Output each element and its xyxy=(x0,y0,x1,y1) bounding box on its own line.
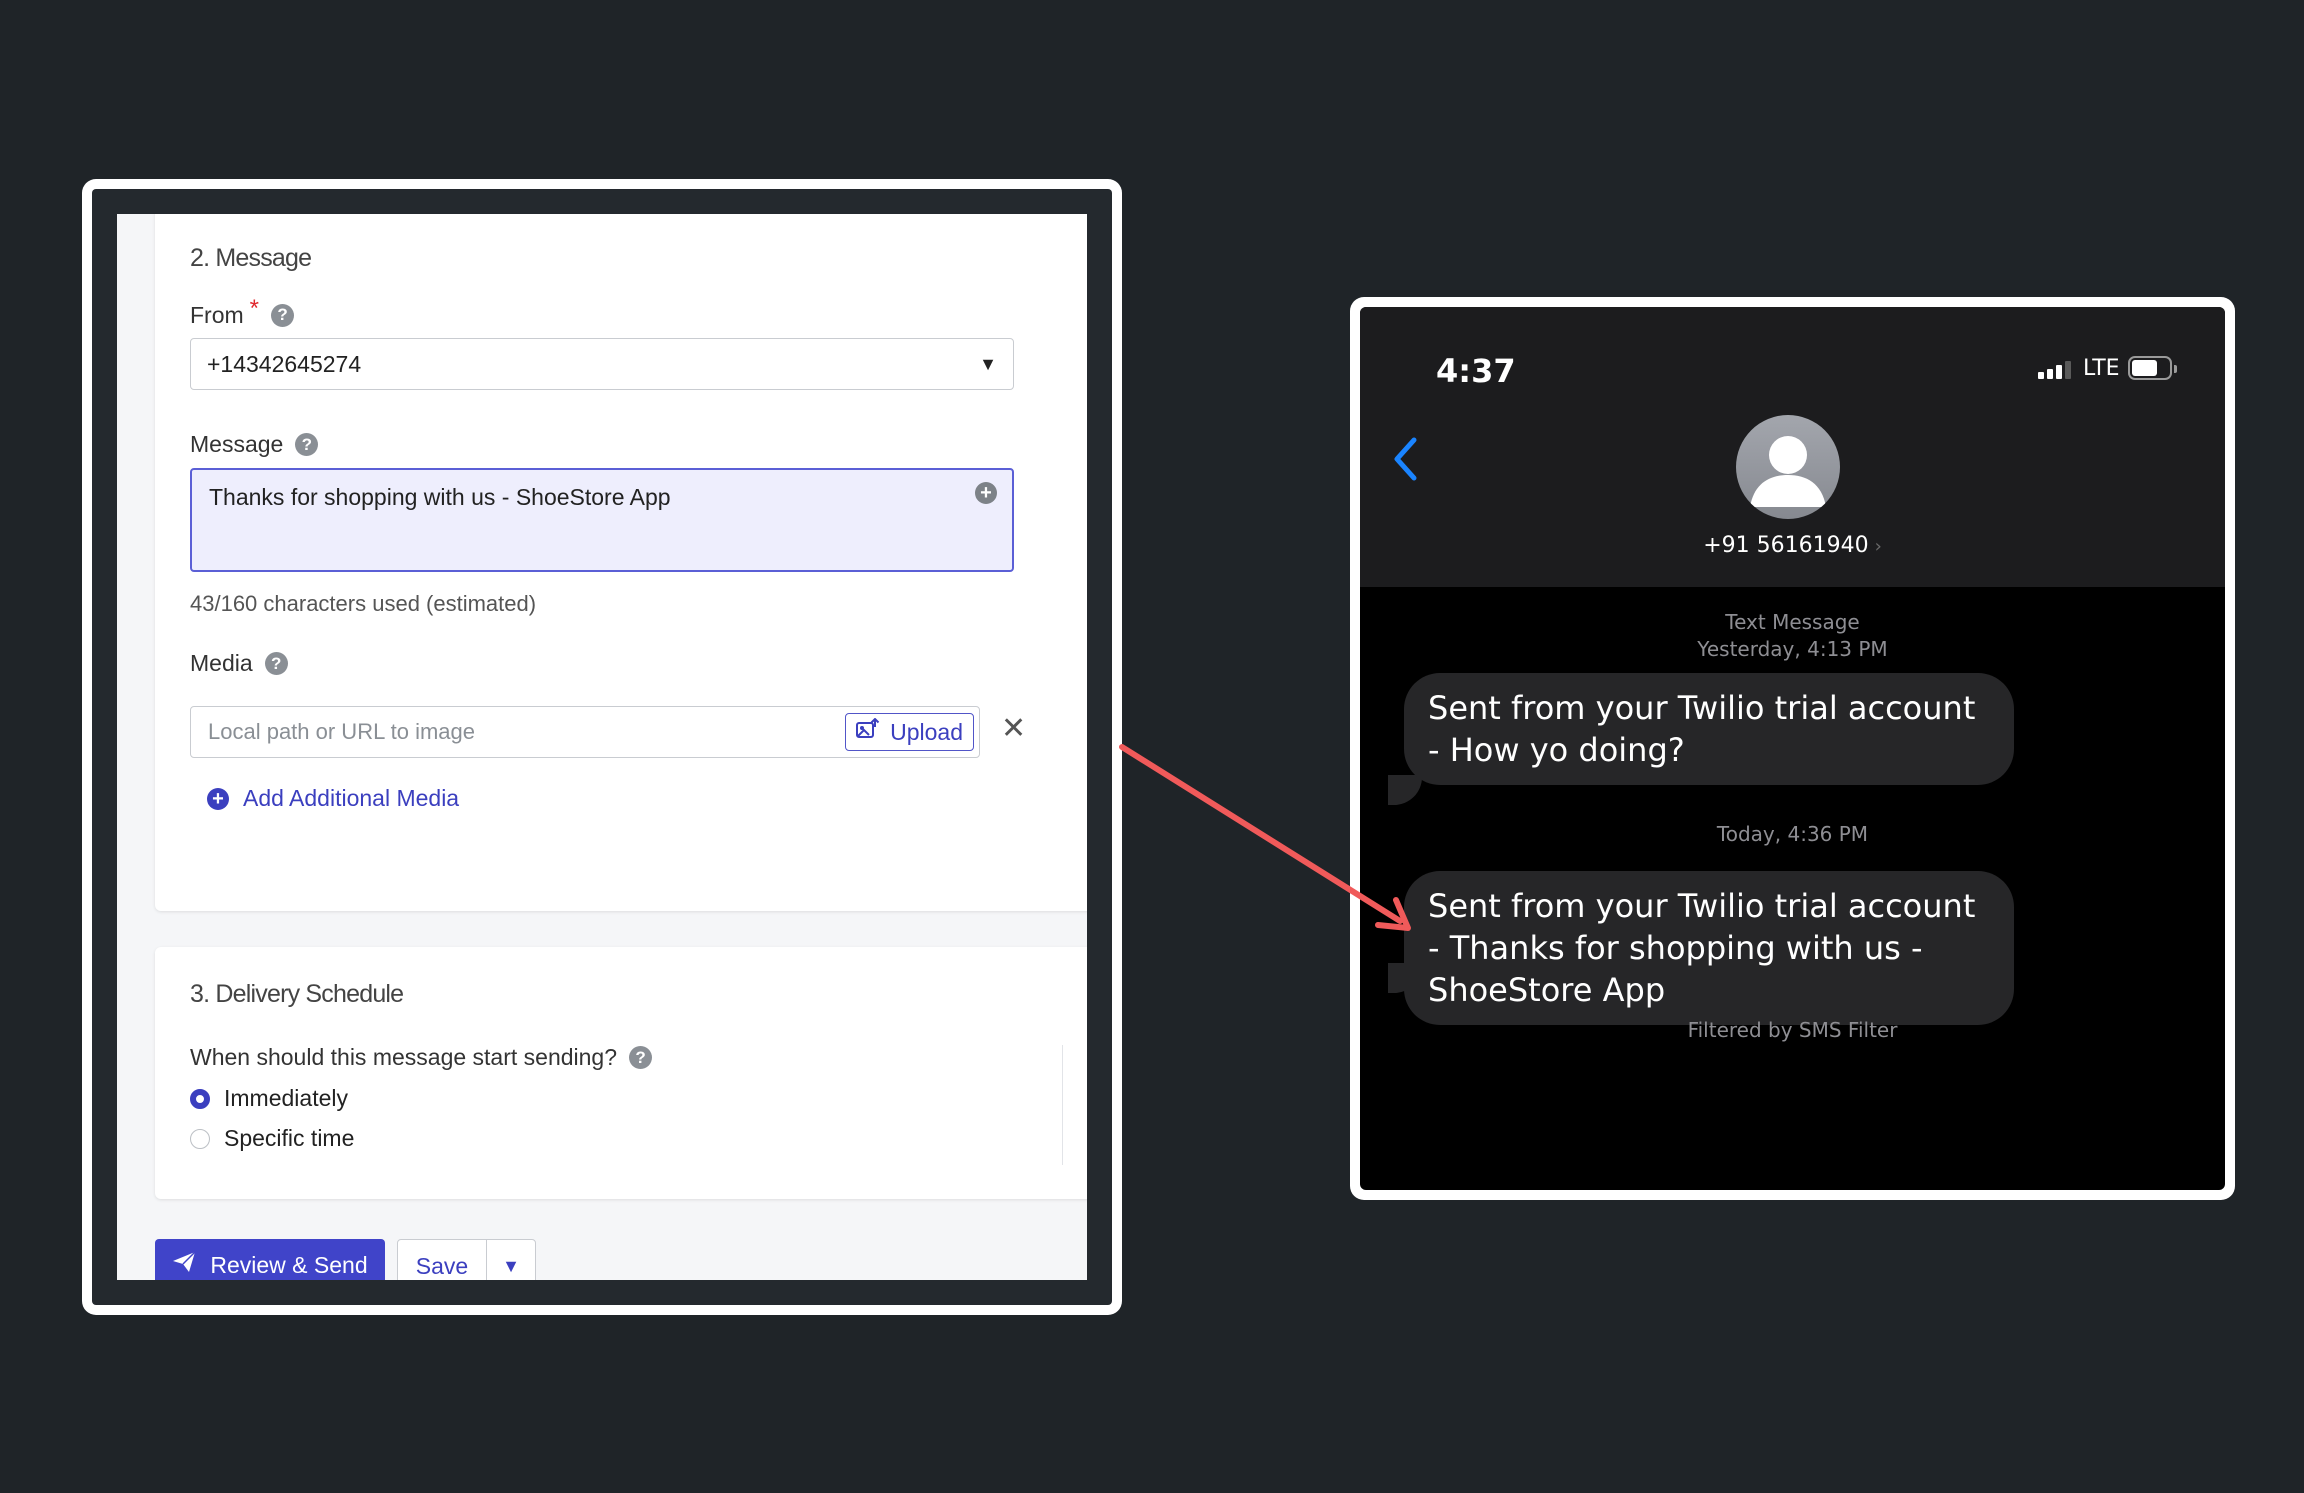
media-input[interactable]: Local path or URL to image Upload xyxy=(190,706,980,758)
radio-label: Immediately xyxy=(224,1085,348,1111)
message-section-card: 2. Message From * ? +14342645274 ▼ Messa… xyxy=(155,214,1087,911)
save-button-group: Save ▼ xyxy=(397,1239,536,1280)
message-timestamp: Yesterday, 4:13 PM xyxy=(1697,637,1888,661)
contact-avatar-icon[interactable] xyxy=(1736,415,1840,519)
status-time: 4:37 xyxy=(1436,352,1516,390)
media-placeholder: Local path or URL to image xyxy=(208,719,475,744)
filter-footer: Filtered by SMS Filter xyxy=(1687,1018,1898,1042)
help-icon[interactable]: ? xyxy=(264,652,288,675)
signal-bars-icon xyxy=(2038,361,2071,379)
schedule-question-row: When should this message start sending? … xyxy=(190,1044,653,1071)
battery-icon xyxy=(2128,356,2177,380)
from-select[interactable]: +14342645274 ▼ xyxy=(190,338,1014,390)
from-label-row: From * ? xyxy=(190,295,295,329)
message-text: Thanks for shopping with us - ShoeStore … xyxy=(209,484,671,510)
add-circle-icon: + xyxy=(207,787,229,810)
add-media-label: Add Additional Media xyxy=(243,785,460,811)
send-plane-icon xyxy=(172,1250,196,1280)
chevron-right-icon: › xyxy=(1874,536,1882,557)
battery-nub xyxy=(2174,365,2177,373)
message-section-title: 2. Message xyxy=(190,244,312,272)
upload-image-icon xyxy=(856,717,880,746)
save-options-dropdown-icon[interactable]: ▼ xyxy=(487,1240,535,1280)
from-label: From xyxy=(190,301,244,328)
add-variable-icon[interactable]: + xyxy=(975,482,997,504)
add-additional-media-link[interactable]: + Add Additional Media xyxy=(207,785,459,812)
char-count-hint: 43/160 characters used (estimated) xyxy=(190,591,537,616)
message-textarea[interactable]: Thanks for shopping with us - ShoeStore … xyxy=(190,468,1014,572)
message-timestamp: Today, 4:36 PM xyxy=(1716,822,1869,846)
radio-specific-time[interactable]: Specific time xyxy=(190,1125,354,1152)
help-icon[interactable]: ? xyxy=(295,433,319,456)
review-send-label: Review & Send xyxy=(210,1251,368,1278)
message-type-label: Text Message xyxy=(1725,610,1860,634)
media-label: Media xyxy=(190,650,253,676)
schedule-section-title: 3. Delivery Schedule xyxy=(190,980,404,1008)
help-icon[interactable]: ? xyxy=(271,303,295,327)
phone-screenshot-frame: 4:37 LTE +91 56161940 › Text Message Yest… xyxy=(1350,297,2235,1200)
help-icon[interactable]: ? xyxy=(629,1046,653,1069)
save-button[interactable]: Save xyxy=(398,1240,487,1280)
dropdown-arrow-icon: ▼ xyxy=(979,353,997,374)
phone-messages-screen: 4:37 LTE +91 56161940 › Text Message Yest… xyxy=(1360,307,2225,1190)
message-label: Message xyxy=(190,431,284,457)
message-meta: Text Message Yesterday, 4:13 PM xyxy=(1360,609,2225,663)
bubble-tail xyxy=(1388,775,1422,805)
radio-button-selected[interactable] xyxy=(190,1088,210,1109)
network-type: LTE xyxy=(2083,356,2120,381)
message-bubble[interactable]: Sent from your Twilio trial account - Th… xyxy=(1404,871,2014,1025)
message-bubble[interactable]: Sent from your Twilio trial account - Ho… xyxy=(1404,673,2014,785)
review-send-button[interactable]: Review & Send xyxy=(155,1239,385,1280)
schedule-question: When should this message start sending? xyxy=(190,1044,618,1070)
radio-immediately[interactable]: Immediately xyxy=(190,1085,348,1112)
radio-label: Specific time xyxy=(224,1125,355,1151)
required-marker: * xyxy=(249,295,260,322)
column-divider xyxy=(1062,1045,1063,1165)
close-icon[interactable]: ✕ xyxy=(1001,711,1026,746)
upload-label: Upload xyxy=(890,718,963,745)
radio-button[interactable] xyxy=(190,1128,210,1149)
battery-level xyxy=(2132,360,2158,376)
media-label-row: Media ? xyxy=(190,650,288,677)
campaign-form: 2. Message From * ? +14342645274 ▼ Messa… xyxy=(117,214,1087,1280)
back-chevron-icon[interactable] xyxy=(1392,437,1418,485)
from-select-value: +14342645274 xyxy=(207,350,362,377)
message-label-row: Message ? xyxy=(190,431,319,458)
delivery-schedule-card: 3. Delivery Schedule When should this me… xyxy=(155,947,1087,1199)
contact-number: +91 56161940 xyxy=(1703,533,1869,558)
form-screenshot-border: 2. Message From * ? +14342645274 ▼ Messa… xyxy=(92,189,1112,1305)
form-screenshot-frame: 2. Message From * ? +14342645274 ▼ Messa… xyxy=(82,179,1122,1315)
upload-button[interactable]: Upload xyxy=(845,713,974,751)
contact-name[interactable]: +91 56161940 › xyxy=(1360,533,2225,558)
